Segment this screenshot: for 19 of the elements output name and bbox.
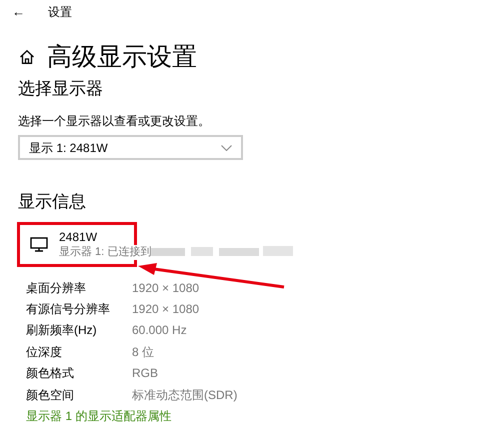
monitor-status: 显示器 1: 已连接到 (59, 244, 152, 260)
home-icon (19, 49, 35, 65)
chevron-down-icon (221, 144, 232, 150)
info-label: 颜色空间 (26, 386, 75, 404)
info-label: 颜色格式 (26, 365, 75, 382)
monitor-icon (30, 237, 48, 252)
section-heading: 显示信息 (18, 191, 86, 213)
info-label: 有源信号分辨率 (26, 301, 111, 318)
info-label: 刷新频率(Hz) (26, 322, 98, 340)
adapter-properties-link[interactable]: 显示器 1 的显示适配器属性 (26, 407, 172, 426)
info-label: 桌面分辨率 (26, 280, 87, 297)
window-title: 设置 (48, 4, 72, 21)
section-heading: 选择显示器 (18, 78, 103, 100)
display-dropdown[interactable]: 显示 1: 2481W (18, 135, 243, 160)
monitor-name: 2481W (59, 230, 98, 244)
description-text: 选择一个显示器以查看或更改设置。 (18, 113, 210, 129)
info-label: 位深度 (26, 344, 63, 361)
page-title: 高级显示设置 (47, 42, 197, 73)
back-button[interactable]: ← (12, 2, 32, 22)
